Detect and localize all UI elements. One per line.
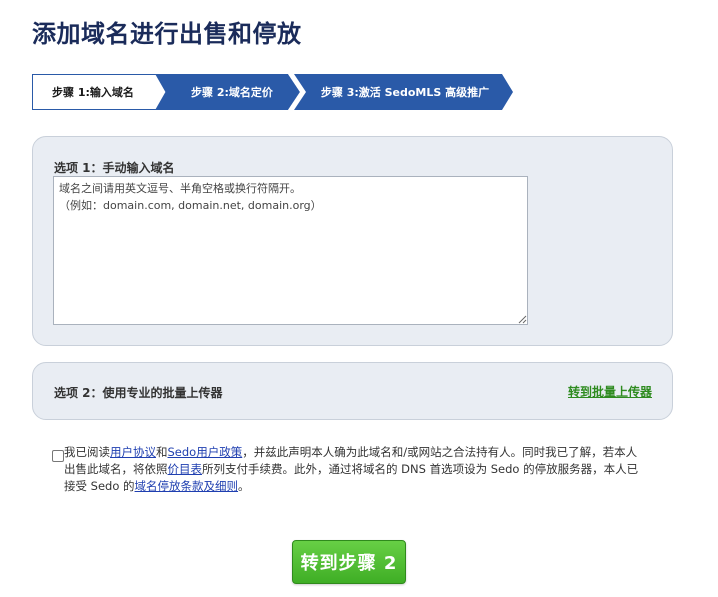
manual-entry-panel: 选项 1：手动输入域名 域名之间请用英文逗号、半角空格或换行符隔开。 （例如：d…	[32, 136, 673, 346]
agreement-text: 我已阅读用户协议和Sedo用户政策，并兹此声明本人确为此域名和/或网站之合法持有…	[64, 444, 644, 495]
steps-progress-bar: 步骤 1:输入域名 步骤 2:域名定价 步骤 3:激活 SedoMLS 高级推广	[32, 74, 513, 110]
bulk-upload-panel: 选项 2：使用专业的批量上传器 转到批量上传器	[32, 362, 673, 420]
option-1-label: 选项 1：手动输入域名	[54, 161, 175, 175]
agreement-checkbox[interactable]	[52, 450, 64, 462]
bulk-uploader-link[interactable]: 转到批量上传器	[568, 383, 652, 400]
price-list-link[interactable]: 价目表	[168, 462, 203, 476]
step-2-pricing: 步骤 2:域名定价	[170, 74, 294, 110]
option-2-label: 选项 2：使用专业的批量上传器	[54, 386, 223, 400]
step-2-label: 步骤 2:域名定价	[191, 86, 273, 99]
page: 添加域名进行出售和停放 步骤 1:输入域名 步骤 2:域名定价 步骤 3:激活 …	[0, 0, 718, 597]
agreement-text-2: 和	[156, 445, 168, 459]
go-to-step-2-button[interactable]: 转到步骤 2	[292, 540, 406, 584]
privacy-policy-link[interactable]: Sedo用户政策	[168, 445, 243, 459]
resize-handle-icon[interactable]	[518, 315, 527, 324]
user-agreement-link[interactable]: 用户协议	[110, 445, 156, 459]
step-1-label: 步骤 1:输入域名	[52, 86, 134, 99]
domain-textarea[interactable]	[53, 176, 528, 325]
agreement-text-1: 我已阅读	[64, 445, 110, 459]
step-1-enter-domain: 步骤 1:输入域名	[32, 74, 156, 110]
step-3-label: 步骤 3:激活 SedoMLS 高级推广	[320, 86, 490, 99]
parking-terms-link[interactable]: 域名停放条款及细则	[135, 479, 239, 493]
step-3-activate-mls: 步骤 3:激活 SedoMLS 高级推广	[308, 74, 502, 110]
agreement-text-5: 。	[238, 479, 250, 493]
page-title: 添加域名进行出售和停放	[32, 20, 302, 48]
